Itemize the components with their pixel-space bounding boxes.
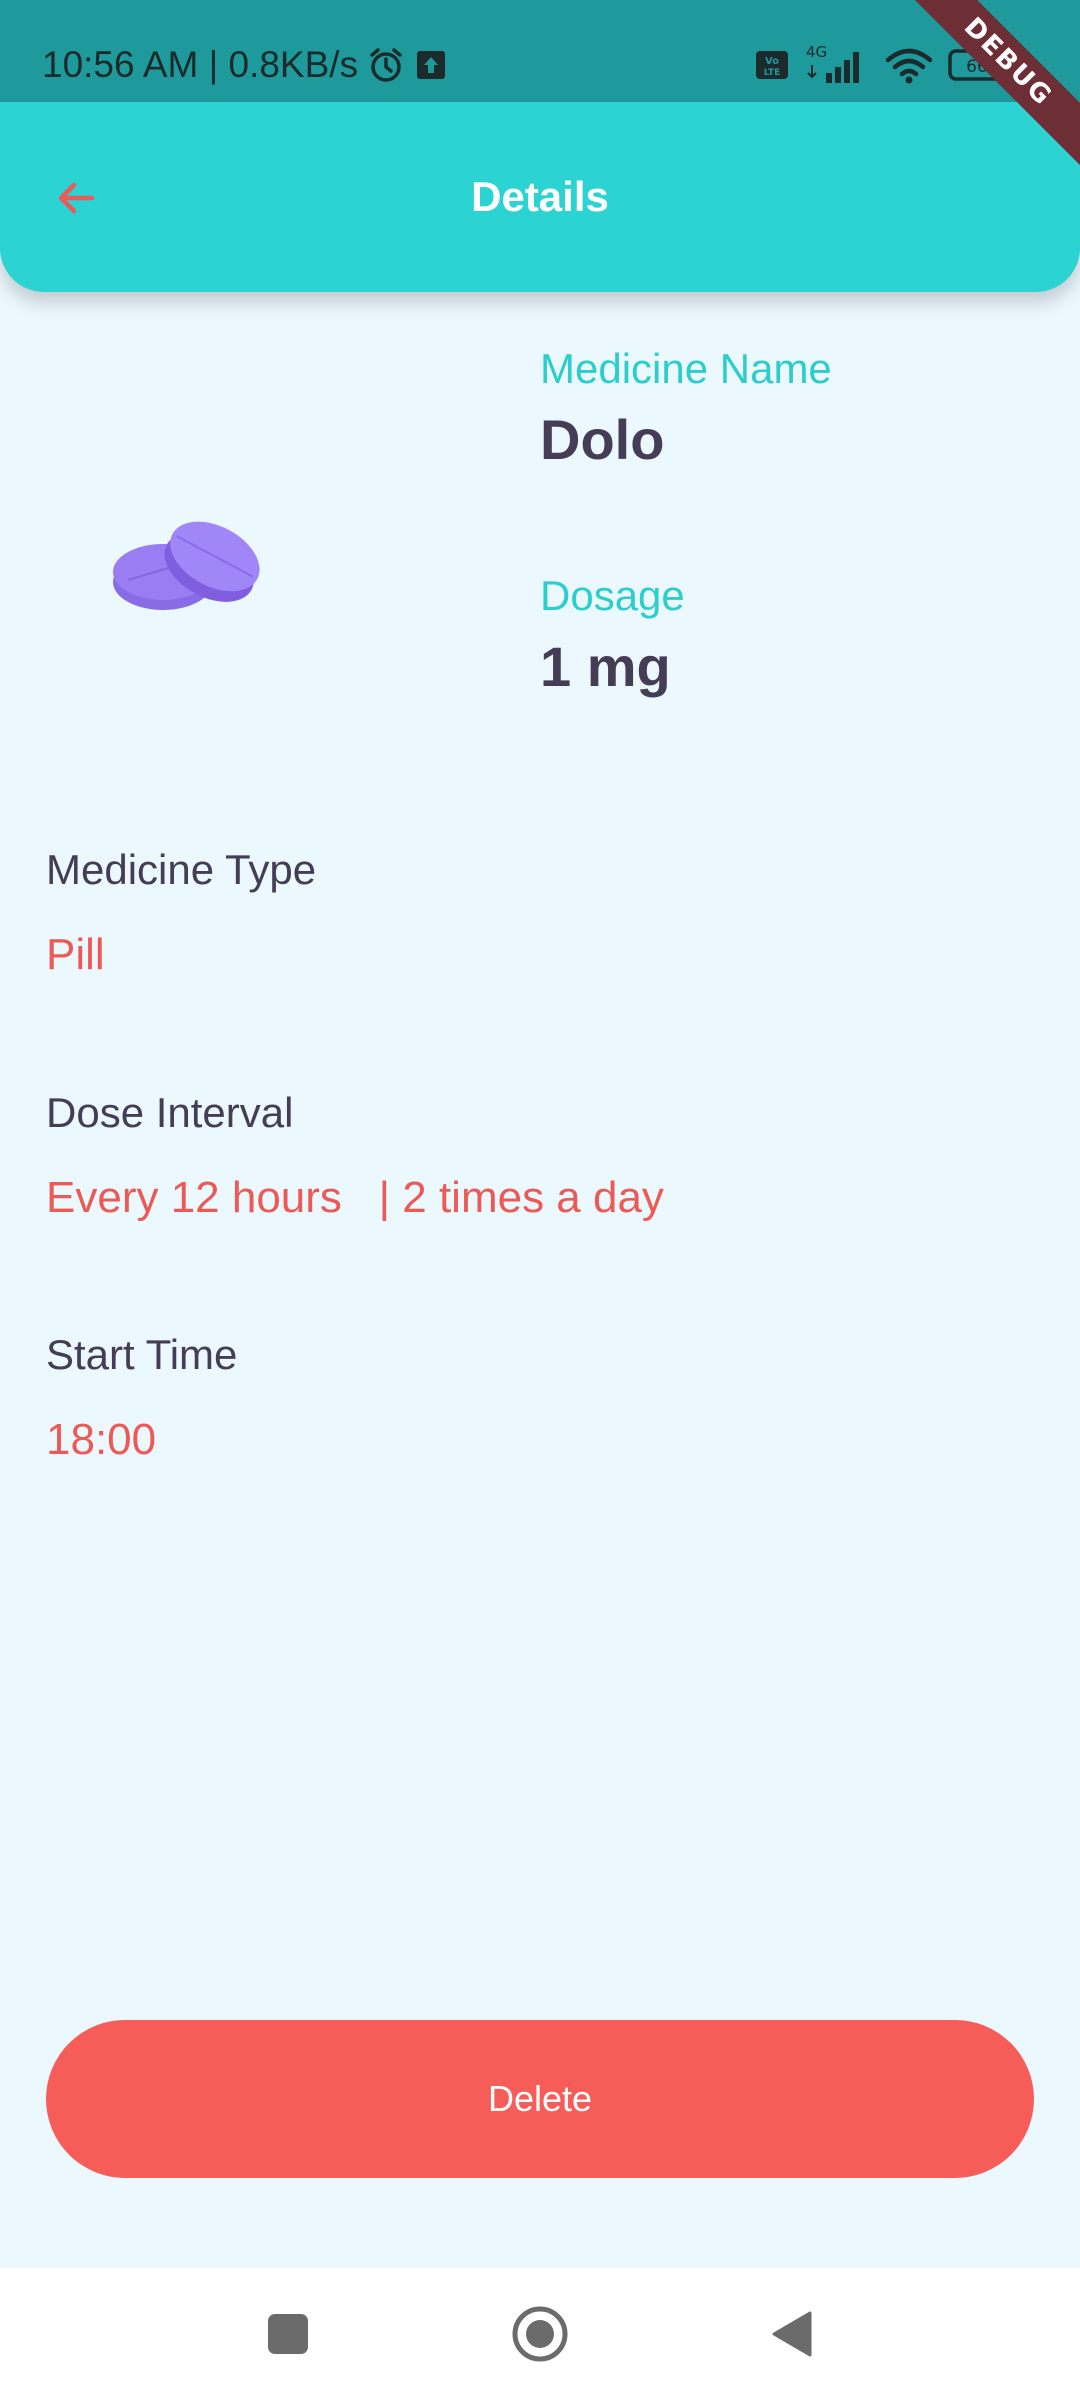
alarm-icon [366, 45, 406, 85]
status-bar: 10:56 AM | 0.8KB/s Vo LTE 4G 66 [0, 0, 1080, 102]
delete-button[interactable]: Delete [46, 2020, 1034, 2178]
dosage-block: Dosage 1 mg [540, 572, 685, 699]
upload-icon [414, 48, 448, 82]
square-icon [268, 2314, 308, 2354]
recent-apps-button[interactable] [250, 2296, 326, 2372]
signal-icon: 4G [804, 43, 870, 87]
pill-icon [108, 510, 268, 620]
start-time-section: Start Time 18:00 [46, 1331, 237, 1465]
medicine-name-label: Medicine Name [540, 345, 832, 392]
app-bar: Details [0, 102, 1080, 292]
svg-text:Vo: Vo [765, 56, 779, 67]
navigation-bar [0, 2268, 1080, 2400]
network-type: 4G [806, 43, 827, 61]
start-time-label: Start Time [46, 1331, 238, 1378]
dose-interval-value: Every 12 hours | 2 times a day [46, 1173, 664, 1222]
wifi-icon [884, 45, 934, 85]
start-time-value: 18:00 [46, 1415, 157, 1464]
circle-icon [512, 2306, 568, 2362]
medicine-type-label: Medicine Type [46, 846, 317, 893]
back-button[interactable] [40, 162, 112, 234]
home-button[interactable] [502, 2296, 578, 2372]
medicine-type-section: Medicine Type Pill [46, 846, 316, 980]
dosage-value: 1 mg [540, 635, 671, 698]
triangle-back-icon [772, 2311, 812, 2357]
svg-text:LTE: LTE [764, 68, 781, 78]
medicine-name-block: Medicine Name Dolo [540, 345, 832, 472]
page-title: Details [471, 173, 609, 220]
dose-interval-label: Dose Interval [46, 1089, 294, 1136]
medicine-type-value: Pill [46, 930, 105, 979]
medicine-name: Dolo [540, 408, 665, 471]
status-left: 10:56 AM | 0.8KB/s [42, 40, 448, 90]
status-time: 10:56 AM | 0.8KB/s [42, 44, 359, 85]
arrow-left-icon [58, 182, 95, 214]
volte-icon: Vo LTE [754, 47, 790, 83]
dose-interval-section: Dose Interval Every 12 hours | 2 times a… [46, 1089, 664, 1223]
back-nav-button[interactable] [754, 2296, 830, 2372]
dosage-label: Dosage [540, 572, 685, 619]
